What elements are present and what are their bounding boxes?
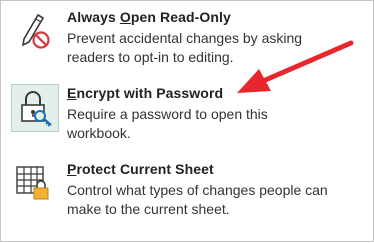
menu-item-description: Require a password to open this workbook… (67, 106, 268, 141)
menu-item-description: Prevent accidental changes by asking rea… (67, 30, 303, 65)
menu-item-always-open-read-only[interactable]: Always Open Read-Only Prevent accidental… (10, 7, 360, 77)
sheet-lock-icon (10, 159, 56, 205)
protect-workbook-menu: Always Open Read-Only Prevent accidental… (0, 0, 374, 242)
menu-item-encrypt-with-password[interactable]: Encrypt with Password Require a password… (10, 83, 360, 153)
menu-item-title: Protect Current Sheet (67, 161, 214, 177)
menu-item-title: Encrypt with Password (67, 85, 224, 101)
menu-item-title: Always Open Read-Only (67, 9, 231, 25)
menu-item-description: Control what types of changes people can… (67, 182, 328, 217)
pencil-no-icon (10, 7, 56, 53)
padlock-key-icon (11, 84, 59, 132)
menu-item-protect-current-sheet[interactable]: Protect Current Sheet Control what types… (10, 159, 360, 229)
